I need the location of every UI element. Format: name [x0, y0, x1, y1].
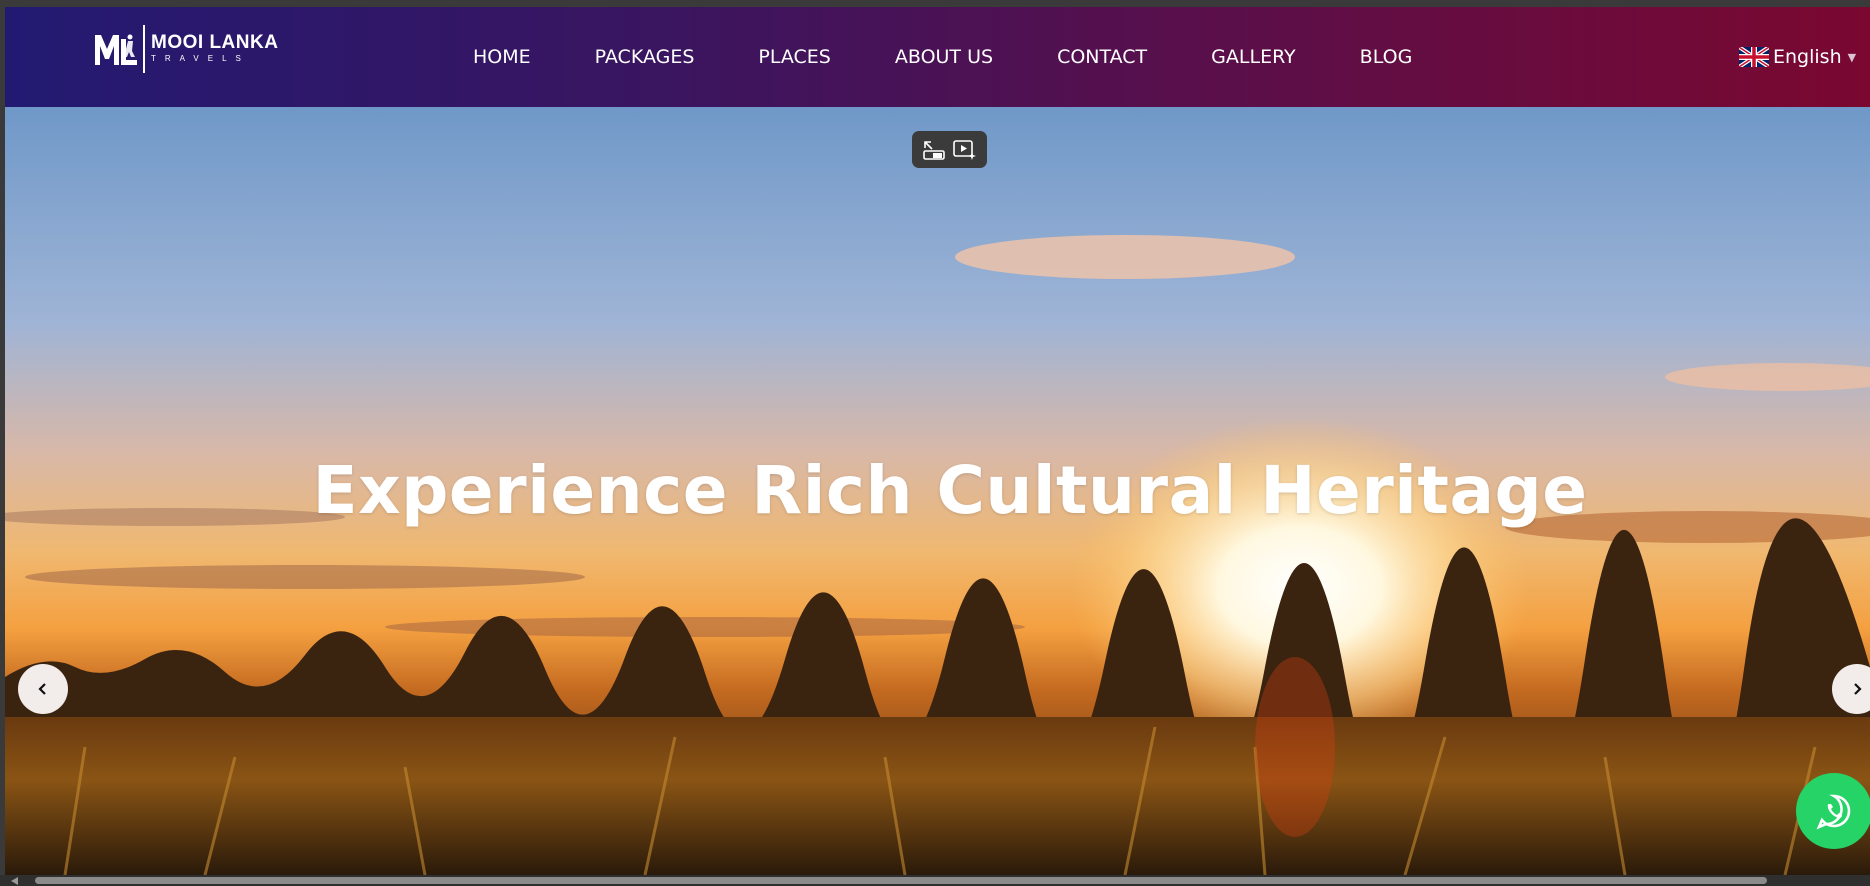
- logo-mark-icon: [95, 34, 137, 65]
- play-sparkle-icon[interactable]: [952, 138, 978, 162]
- nav-item-gallery[interactable]: GALLERY: [1211, 46, 1296, 68]
- whatsapp-chat-button[interactable]: [1796, 773, 1870, 849]
- logo-divider: [143, 25, 145, 73]
- scrollbar-thumb[interactable]: [35, 877, 1767, 884]
- hero-slider: Experience Rich Cultural Heritage: [5, 107, 1870, 875]
- hero-headline: Experience Rich Cultural Heritage: [312, 452, 1588, 529]
- horizontal-scrollbar[interactable]: [0, 875, 1870, 886]
- brand-logo[interactable]: MOOI LANKA TRAVELS: [93, 25, 278, 73]
- pip-overlay-toolbar: [912, 131, 987, 168]
- nav-item-blog[interactable]: BLOG: [1360, 46, 1413, 68]
- language-selector[interactable]: English ▼: [1739, 46, 1856, 68]
- brand-tagline: TRAVELS: [151, 54, 250, 63]
- navbar: MOOI LANKA TRAVELS HOME PACKAGES PLACES …: [5, 7, 1870, 107]
- nav-item-about-us[interactable]: ABOUT US: [895, 46, 993, 68]
- chevron-left-icon: [38, 683, 46, 695]
- slider-prev-button[interactable]: [18, 664, 68, 714]
- brand-name: MOOI LANKA: [151, 32, 279, 53]
- main-nav: HOME PACKAGES PLACES ABOUT US CONTACT GA…: [473, 7, 1476, 107]
- scroll-left-arrow-icon[interactable]: [11, 877, 18, 885]
- whatsapp-icon: [1816, 794, 1851, 830]
- nav-item-contact[interactable]: CONTACT: [1057, 46, 1147, 68]
- chevron-right-icon: [1854, 683, 1862, 695]
- caret-down-icon: ▼: [1847, 50, 1857, 64]
- nav-item-places[interactable]: PLACES: [758, 46, 830, 68]
- language-label: English: [1773, 46, 1842, 68]
- browser-viewport: MOOI LANKA TRAVELS HOME PACKAGES PLACES …: [5, 7, 1870, 875]
- nav-item-packages[interactable]: PACKAGES: [595, 46, 695, 68]
- nav-item-home[interactable]: HOME: [473, 46, 531, 68]
- exit-pip-icon[interactable]: [921, 138, 947, 162]
- uk-flag-icon: [1739, 47, 1769, 67]
